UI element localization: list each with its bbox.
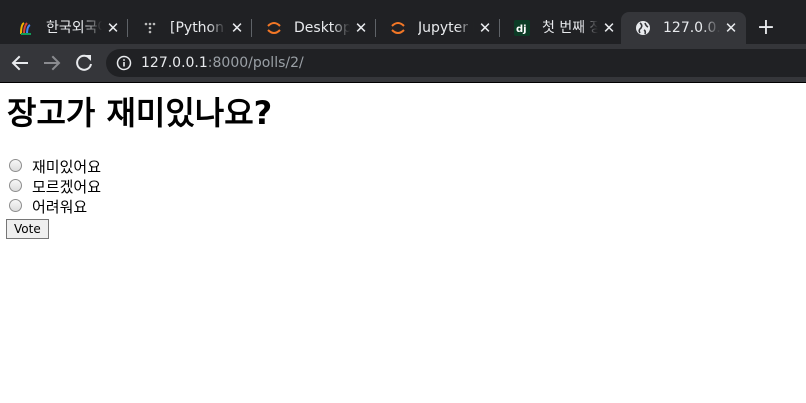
tab-title-fade [456, 12, 474, 44]
info-icon[interactable] [116, 55, 132, 71]
tab-desktop[interactable]: Desktop/ ✕ [252, 12, 376, 44]
choice-label: 모르겠어요 [32, 178, 102, 196]
tab-title-fade [208, 12, 226, 44]
tab-python[interactable]: [Python] ✕ [128, 12, 252, 44]
tab-title-fade [702, 12, 720, 44]
tab-hufs[interactable]: 한국외국어 ✕ [4, 12, 128, 44]
new-tab-button[interactable]: + [752, 14, 780, 42]
tab-title-fade [84, 12, 102, 44]
jupyter-icon [391, 22, 405, 34]
radio-button[interactable] [9, 159, 22, 172]
close-tab-icon[interactable]: ✕ [478, 12, 492, 44]
page-content: 장고가 재미있나요? 재미있어요 모르겠어요 어려워요 Vote [0, 83, 806, 403]
tab-localhost[interactable]: 127.0.0.1 ✕ [621, 12, 746, 44]
address-bar[interactable]: 127.0.0.1:8000/polls/2/ [106, 49, 806, 77]
jupyter-icon [267, 22, 281, 34]
choice-option[interactable]: 모르겠어요 [9, 177, 101, 197]
django-icon: dj [514, 20, 530, 36]
close-tab-icon[interactable]: ✕ [106, 12, 120, 44]
reload-icon[interactable] [71, 50, 97, 76]
svg-text:dj: dj [516, 24, 527, 35]
choice-option[interactable]: 어려워요 [9, 197, 87, 217]
url-text: 127.0.0.1:8000/polls/2/ [141, 49, 304, 77]
forward-arrow-icon[interactable] [39, 50, 65, 76]
github-icon [144, 22, 156, 34]
tab-django-tutorial[interactable]: dj 첫 번째 장 ✕ [500, 12, 624, 44]
tab-jupyter[interactable]: Jupyter N ✕ [376, 12, 500, 44]
vote-button[interactable]: Vote [6, 219, 49, 239]
close-tab-icon[interactable]: ✕ [230, 12, 244, 44]
hufs-icon [20, 22, 31, 35]
tab-title-fade [332, 12, 350, 44]
choice-label: 재미있어요 [32, 158, 102, 176]
browser-window: 한국외국어 ✕ [Python] ✕ Desktop/ ✕ [0, 0, 806, 403]
back-arrow-icon[interactable] [7, 50, 33, 76]
url-path: :8000/polls/2/ [207, 55, 304, 71]
choice-option[interactable]: 재미있어요 [9, 157, 101, 177]
close-tab-icon[interactable]: ✕ [354, 12, 368, 44]
choice-label: 어려워요 [32, 198, 88, 216]
tab-title-fade [580, 12, 598, 44]
toolbar: 127.0.0.1:8000/polls/2/ [0, 44, 806, 82]
url-host: 127.0.0.1 [141, 55, 208, 71]
radio-button[interactable] [9, 199, 22, 212]
close-tab-icon[interactable]: ✕ [724, 12, 738, 44]
radio-button[interactable] [9, 179, 22, 192]
tab-strip: 한국외국어 ✕ [Python] ✕ Desktop/ ✕ [0, 0, 806, 44]
globe-icon [636, 21, 650, 35]
poll-question: 장고가 재미있나요? [7, 94, 273, 132]
close-tab-icon[interactable]: ✕ [602, 12, 616, 44]
